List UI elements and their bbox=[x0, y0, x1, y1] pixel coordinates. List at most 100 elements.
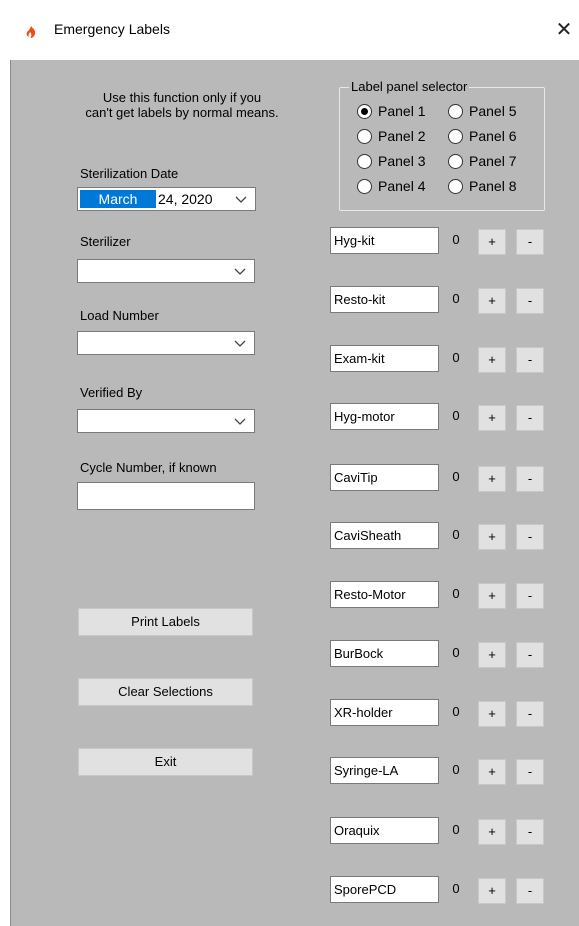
radio-button[interactable] bbox=[448, 103, 463, 119]
kit-decrement-button[interactable]: - bbox=[516, 819, 544, 845]
kit-increment-button[interactable]: + bbox=[478, 701, 506, 727]
label-panel-selector-legend: Label panel selector bbox=[349, 79, 470, 94]
kit-count: 0 bbox=[452, 291, 460, 306]
chevron-down-icon[interactable] bbox=[233, 264, 247, 278]
radio-panel-3[interactable]: Panel 3 bbox=[357, 151, 425, 171]
load-number-label: Load Number bbox=[80, 308, 159, 323]
kit-decrement-button[interactable]: - bbox=[516, 229, 544, 255]
kit-decrement-button[interactable]: - bbox=[516, 466, 544, 492]
kit-name-field[interactable]: Exam-kit bbox=[330, 345, 439, 372]
app-flame-icon bbox=[26, 26, 36, 38]
sterilization-date-picker[interactable]: March 24, 2020 bbox=[77, 187, 256, 211]
date-month-segment[interactable]: March bbox=[80, 190, 156, 208]
kit-decrement-button[interactable]: - bbox=[516, 701, 544, 727]
kit-increment-button[interactable]: + bbox=[478, 524, 506, 550]
radio-panel-6[interactable]: Panel 6 bbox=[448, 126, 516, 146]
kit-decrement-button[interactable]: - bbox=[516, 405, 544, 431]
radio-panel-5[interactable]: Panel 5 bbox=[448, 101, 516, 121]
kit-row-xr-holder: XR-holder 0 + - bbox=[330, 699, 550, 727]
kit-decrement-button[interactable]: - bbox=[516, 878, 544, 904]
kit-row-syringe-la: Syringe-LA 0 + - bbox=[330, 757, 550, 785]
kit-count: 0 bbox=[452, 704, 460, 719]
radio-panel-6-label[interactable]: Panel 6 bbox=[469, 128, 516, 144]
kit-count: 0 bbox=[452, 586, 460, 601]
instructions-line-1: Use this function only if you bbox=[102, 90, 262, 105]
chevron-down-icon[interactable] bbox=[233, 336, 247, 350]
kit-name-field[interactable]: Resto-kit bbox=[330, 286, 439, 313]
kit-decrement-button[interactable]: - bbox=[516, 288, 544, 314]
kit-name-field[interactable]: SporePCD bbox=[330, 876, 439, 903]
cycle-number-label: Cycle Number, if known bbox=[80, 460, 217, 475]
kit-name-field[interactable]: Resto-Motor bbox=[330, 581, 439, 608]
kit-increment-button[interactable]: + bbox=[478, 229, 506, 255]
kit-count: 0 bbox=[452, 350, 460, 365]
kit-count: 0 bbox=[452, 469, 460, 484]
kit-name-field[interactable]: Hyg-kit bbox=[330, 227, 439, 254]
radio-button[interactable] bbox=[448, 178, 463, 194]
kit-decrement-button[interactable]: - bbox=[516, 759, 544, 785]
kit-decrement-button[interactable]: - bbox=[516, 642, 544, 668]
kit-increment-button[interactable]: + bbox=[478, 878, 506, 904]
kit-name-field[interactable]: Oraquix bbox=[330, 817, 439, 844]
radio-button[interactable] bbox=[357, 178, 372, 194]
kit-name-field[interactable]: Syringe-LA bbox=[330, 757, 439, 784]
kit-increment-button[interactable]: + bbox=[478, 759, 506, 785]
kit-count: 0 bbox=[452, 527, 460, 542]
kit-name-field[interactable]: CaviSheath bbox=[330, 522, 439, 549]
radio-selected-dot bbox=[361, 107, 368, 115]
window-title: Emergency Labels bbox=[54, 21, 170, 37]
kit-increment-button[interactable]: + bbox=[478, 466, 506, 492]
sterilizer-label: Sterilizer bbox=[80, 234, 131, 249]
radio-panel-8[interactable]: Panel 8 bbox=[448, 176, 516, 196]
exit-button[interactable]: Exit bbox=[78, 748, 253, 776]
kit-decrement-button[interactable]: - bbox=[516, 524, 544, 550]
kit-row-cavisheath: CaviSheath 0 + - bbox=[330, 522, 550, 550]
kit-name-field[interactable]: BurBock bbox=[330, 640, 439, 667]
kit-row-resto-kit: Resto-kit 0 + - bbox=[330, 286, 550, 314]
radio-panel-5-label[interactable]: Panel 5 bbox=[469, 103, 516, 119]
print-labels-button[interactable]: Print Labels bbox=[78, 608, 253, 636]
kit-increment-button[interactable]: + bbox=[478, 347, 506, 373]
radio-panel-4[interactable]: Panel 4 bbox=[357, 176, 425, 196]
radio-panel-3-label[interactable]: Panel 3 bbox=[378, 153, 425, 169]
kit-row-resto-motor: Resto-Motor 0 + - bbox=[330, 581, 550, 609]
radio-panel-7[interactable]: Panel 7 bbox=[448, 151, 516, 171]
kit-name-field[interactable]: Hyg-motor bbox=[330, 403, 439, 430]
kit-decrement-button[interactable]: - bbox=[516, 347, 544, 373]
radio-panel-7-label[interactable]: Panel 7 bbox=[469, 153, 516, 169]
kit-increment-button[interactable]: + bbox=[478, 288, 506, 314]
chevron-down-icon[interactable] bbox=[234, 192, 248, 206]
close-button[interactable]: ✕ bbox=[552, 17, 576, 43]
radio-button[interactable] bbox=[448, 128, 463, 144]
radio-panel-1[interactable]: Panel 1 bbox=[357, 101, 425, 121]
radio-panel-4-label[interactable]: Panel 4 bbox=[378, 178, 425, 194]
kit-increment-button[interactable]: + bbox=[478, 405, 506, 431]
load-number-combo[interactable] bbox=[77, 331, 255, 355]
kit-increment-button[interactable]: + bbox=[478, 642, 506, 668]
radio-button[interactable] bbox=[357, 128, 372, 144]
radio-button-checked[interactable] bbox=[357, 103, 372, 119]
kit-row-burbock: BurBock 0 + - bbox=[330, 640, 550, 668]
clear-selections-button[interactable]: Clear Selections bbox=[78, 678, 253, 706]
kit-name-field[interactable]: XR-holder bbox=[330, 699, 439, 726]
kit-decrement-button[interactable]: - bbox=[516, 583, 544, 609]
radio-panel-2[interactable]: Panel 2 bbox=[357, 126, 425, 146]
kit-increment-button[interactable]: + bbox=[478, 819, 506, 845]
date-day-year-segment[interactable]: 24, 2020 bbox=[158, 190, 213, 208]
verified-by-combo[interactable] bbox=[77, 409, 255, 433]
kit-name-field[interactable]: CaviTip bbox=[330, 464, 439, 491]
radio-panel-8-label[interactable]: Panel 8 bbox=[469, 178, 516, 194]
kit-count: 0 bbox=[452, 762, 460, 777]
radio-button[interactable] bbox=[357, 153, 372, 169]
radio-panel-1-label[interactable]: Panel 1 bbox=[378, 103, 425, 119]
kit-count: 0 bbox=[452, 645, 460, 660]
radio-panel-2-label[interactable]: Panel 2 bbox=[378, 128, 425, 144]
cycle-number-input[interactable] bbox=[77, 482, 255, 510]
kit-increment-button[interactable]: + bbox=[478, 583, 506, 609]
chevron-down-icon[interactable] bbox=[233, 414, 247, 428]
kit-count: 0 bbox=[452, 408, 460, 423]
radio-button[interactable] bbox=[448, 153, 463, 169]
title-bar: Emergency Labels ✕ bbox=[0, 0, 579, 60]
kit-count: 0 bbox=[452, 881, 460, 896]
sterilizer-combo[interactable] bbox=[77, 259, 255, 283]
